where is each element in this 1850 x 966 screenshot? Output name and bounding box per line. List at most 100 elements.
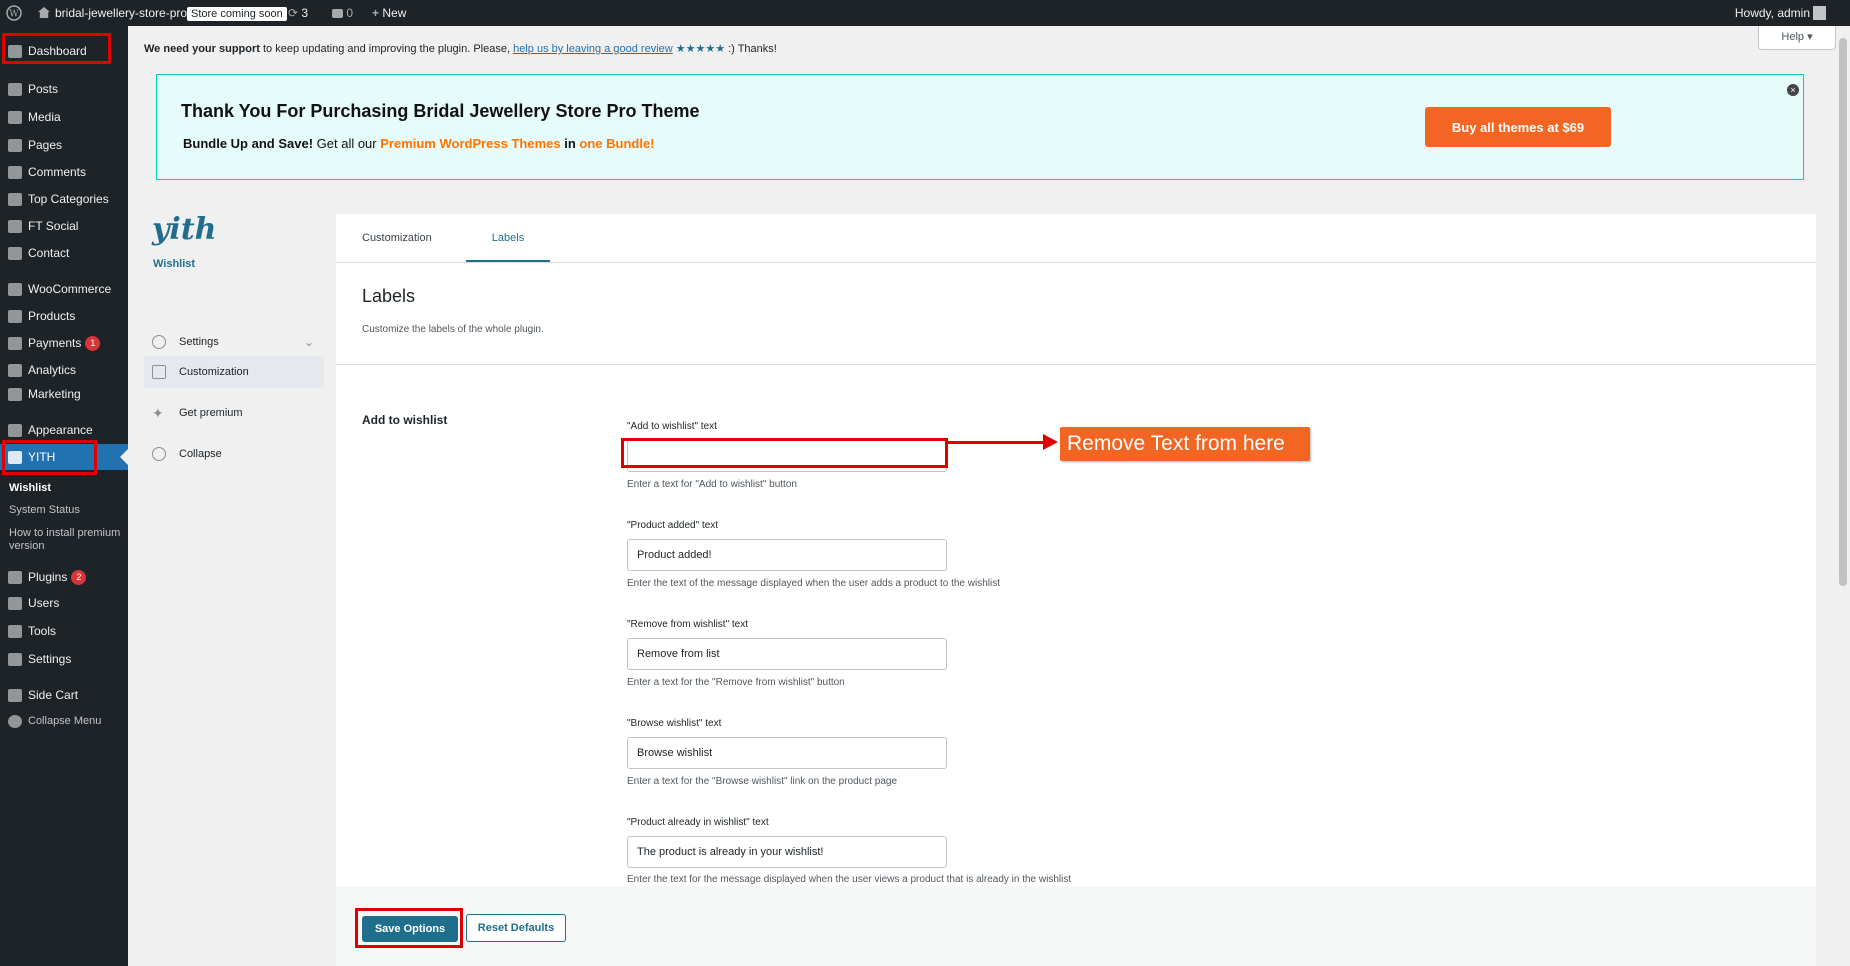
wordpress-logo-icon[interactable]: W: [6, 0, 22, 26]
close-icon[interactable]: ×: [1787, 84, 1799, 96]
page-scrollbar-thumb[interactable]: [1839, 38, 1847, 586]
highlight-box-add-to-wishlist-input: [621, 438, 948, 468]
sidebar-item-label: WooCommerce: [28, 282, 112, 296]
svg-text:W: W: [9, 10, 19, 20]
submenu-system-status[interactable]: System Status: [9, 504, 80, 517]
review-link[interactable]: help us by leaving a good review: [513, 43, 673, 55]
sidebar-item-comments[interactable]: Comments: [0, 159, 128, 185]
buy-all-themes-button[interactable]: Buy all themes at $69: [1425, 107, 1611, 147]
yith-nav-settings[interactable]: Settings ⌄: [144, 326, 324, 358]
sidebar-item-payments[interactable]: Payments 1: [0, 330, 128, 356]
gear-icon: [152, 335, 166, 349]
gear-icon: [8, 193, 22, 206]
submenu-label-line2: version: [9, 540, 45, 552]
sidebar-item-label: Plugins: [28, 570, 68, 584]
submenu-wishlist[interactable]: Wishlist: [9, 482, 51, 495]
sidebar-item-plugins[interactable]: Plugins 2: [0, 564, 128, 590]
sidebar-item-label: Payments: [28, 336, 82, 350]
yith-logo-subtitle: Wishlist: [153, 258, 196, 270]
yith-nav-customization[interactable]: Customization: [144, 356, 324, 388]
reset-defaults-button[interactable]: Reset Defaults: [466, 914, 566, 942]
sidebar-item-analytics[interactable]: Analytics: [0, 357, 128, 383]
updates-link[interactable]: ⟳ 3: [288, 0, 308, 26]
home-icon: [38, 7, 50, 18]
comments-link[interactable]: 0: [332, 0, 353, 26]
brush-icon: [152, 365, 166, 379]
help-tab-button[interactable]: Help ▾: [1758, 26, 1836, 50]
product-added-text-input[interactable]: [627, 539, 947, 571]
sidebar-item-label: Posts: [28, 82, 59, 96]
sidebar-item-products[interactable]: Products: [0, 303, 128, 329]
field-help-add-to-wishlist: Enter a text for "Add to wishlist" butto…: [627, 479, 797, 490]
sidebar-item-label: Tools: [28, 624, 57, 638]
howdy-account-link[interactable]: Howdy, admin: [1735, 0, 1810, 26]
archive-icon: [8, 310, 22, 323]
new-content-link[interactable]: + New: [372, 0, 406, 26]
product-already-in-wishlist-text-input[interactable]: [627, 836, 947, 868]
promo-title: Thank You For Purchasing Bridal Jeweller…: [181, 101, 700, 121]
sidebar-item-top-categories[interactable]: Top Categories: [0, 186, 128, 212]
new-label: New: [382, 6, 407, 20]
mail-icon: [8, 247, 22, 260]
collapse-menu-button[interactable]: Collapse Menu: [0, 708, 128, 734]
yith-logo: yith: [152, 212, 217, 247]
field-label-product-added: "Product added" text: [627, 520, 719, 531]
page-description: Customize the labels of the whole plugin…: [362, 324, 544, 335]
one-bundle-link[interactable]: one Bundle!: [579, 136, 654, 151]
sidebar-item-side-cart[interactable]: Side Cart: [0, 682, 128, 708]
sidebar-item-pages[interactable]: Pages: [0, 132, 128, 158]
premium-themes-link[interactable]: Premium WordPress Themes: [380, 136, 560, 151]
yith-nav-collapse[interactable]: Collapse: [144, 438, 324, 470]
sidebar-item-settings[interactable]: Settings: [0, 646, 128, 672]
arrow-right-icon: [1043, 434, 1058, 450]
field-help-product-already-in-wishlist: Enter the text for the message displayed…: [627, 874, 1072, 885]
comment-icon: [332, 9, 343, 18]
paintbrush-icon: [8, 424, 22, 437]
yith-nav-label: Customization: [179, 366, 249, 378]
tab-customization[interactable]: Customization: [362, 214, 432, 262]
sidebar-item-ft-social[interactable]: FT Social: [0, 213, 128, 239]
howdy-text: Howdy, admin: [1734, 6, 1810, 20]
pin-icon: [8, 83, 22, 96]
avatar[interactable]: [1813, 6, 1826, 20]
sidebar-item-woocommerce[interactable]: WooCommerce: [0, 276, 128, 302]
yith-nav-label: Get premium: [179, 407, 243, 419]
sidebar-item-users[interactable]: Users: [0, 590, 128, 616]
sidebar-item-posts[interactable]: Posts: [0, 76, 128, 102]
plus-icon: +: [372, 6, 380, 20]
submenu-how-to-install-premium[interactable]: How to install premium version: [9, 527, 120, 553]
sidebar-item-media[interactable]: Media: [0, 104, 128, 130]
highlight-box-dashboard: [2, 33, 111, 64]
sidebar-item-label: Comments: [28, 165, 87, 179]
settings-panel: Customization Labels Labels Customize th…: [336, 214, 1816, 966]
notification-count-badge: 2: [71, 570, 87, 586]
settings-icon: [8, 653, 22, 666]
notification-count-badge: 1: [85, 336, 101, 352]
section-title: Add to wishlist: [362, 413, 448, 427]
bundle-text: Get all our: [313, 136, 381, 151]
tab-bar: Customization Labels: [336, 214, 1816, 263]
store-coming-soon-badge[interactable]: Store coming soon: [187, 0, 287, 26]
sidebar-item-marketing[interactable]: Marketing: [0, 381, 128, 407]
sidebar-item-label: FT Social: [28, 219, 79, 233]
sidebar-item-tools[interactable]: Tools: [0, 618, 128, 644]
field-label-remove-from-wishlist: "Remove from wishlist" text: [627, 619, 749, 630]
browse-wishlist-text-input[interactable]: [627, 737, 947, 769]
sparkle-icon: ✦: [152, 405, 164, 421]
notice-bold-text: We need your support: [144, 43, 260, 55]
annotation-callout: Remove Text from here: [1060, 427, 1310, 461]
field-label-add-to-wishlist: "Add to wishlist" text: [627, 421, 717, 432]
comments-count: 0: [346, 6, 354, 20]
site-home-link[interactable]: bridal-jewellery-store-pro: [38, 0, 187, 26]
field-label-browse-wishlist: "Browse wishlist" text: [627, 718, 722, 729]
sidebar-item-contact[interactable]: Contact: [0, 240, 128, 266]
tab-labels[interactable]: Labels: [466, 214, 550, 262]
sidebar-item-label: Settings: [28, 652, 72, 666]
plugin-icon: [8, 571, 22, 584]
megaphone-icon: [8, 388, 22, 401]
field-help-product-added: Enter the text of the message displayed …: [627, 578, 1000, 589]
social-icon: [8, 220, 22, 233]
media-icon: [8, 111, 22, 124]
remove-from-wishlist-text-input[interactable]: [627, 638, 947, 670]
yith-nav-get-premium[interactable]: ✦ Get premium: [144, 397, 324, 429]
